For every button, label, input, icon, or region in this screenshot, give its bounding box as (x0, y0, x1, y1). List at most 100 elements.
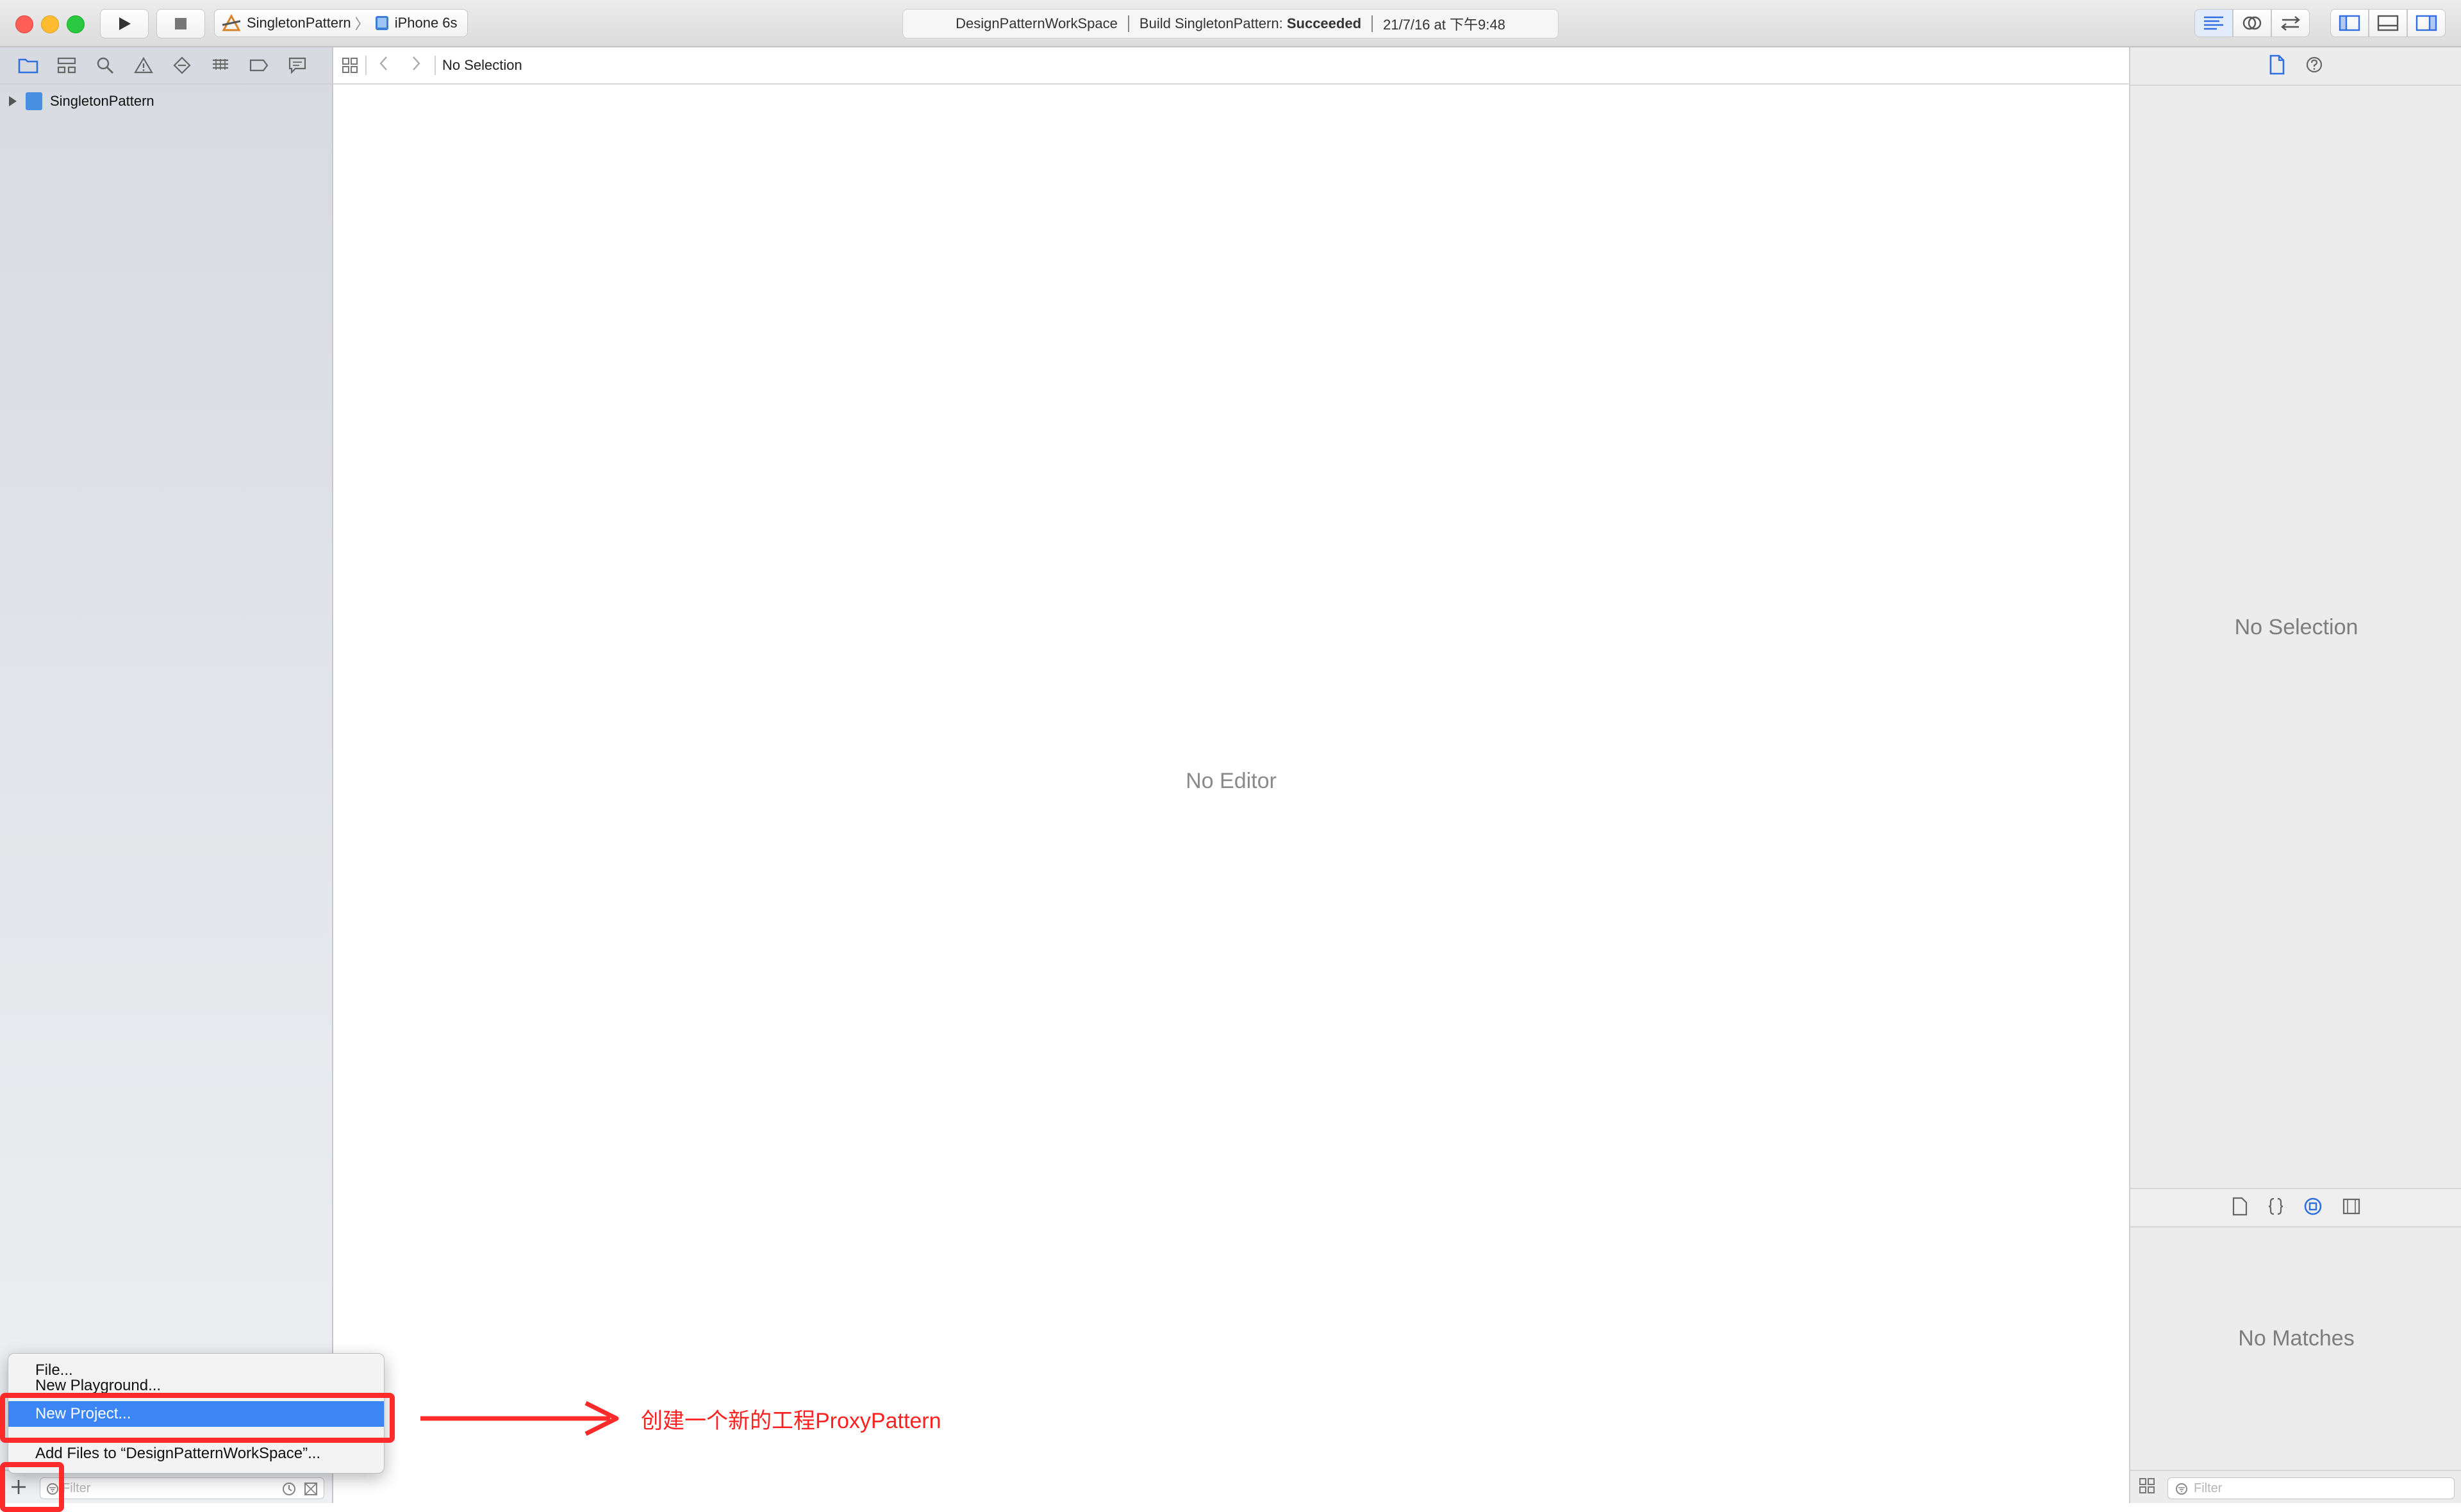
hierarchy-icon (57, 57, 76, 74)
version-editor-icon (2281, 16, 2300, 31)
build-timestamp: 21/7/16 at 下午9:48 (1383, 17, 1505, 33)
search-icon (97, 57, 113, 74)
standard-editor-icon (2204, 16, 2223, 30)
device-name: iPhone 6s (394, 15, 458, 31)
view-toggle-segment (2330, 9, 2446, 37)
xcode-project-icon (26, 92, 42, 110)
forward-button[interactable] (410, 55, 422, 76)
report-icon (288, 57, 306, 74)
standard-editor-button[interactable] (2194, 9, 2233, 37)
object-library-icon (2304, 1197, 2322, 1215)
tab-code-snippet-library[interactable] (2267, 1197, 2284, 1219)
chevron-right-icon: 〉 (354, 16, 369, 32)
filter-placeholder: Filter (2194, 1481, 2223, 1495)
highlight-add-button (0, 1462, 64, 1512)
media-library-icon (2342, 1198, 2360, 1214)
grid-icon (2139, 1477, 2155, 1493)
project-navigator: SingletonPattern Filter (0, 47, 333, 1503)
tab-symbol-navigator[interactable] (55, 54, 78, 77)
no-editor-placeholder: No Editor (1186, 769, 1277, 793)
toggle-debug-area-button[interactable] (2369, 9, 2407, 37)
tab-find-navigator[interactable] (94, 54, 117, 77)
zoom-window-button[interactable] (67, 15, 85, 33)
close-window-button[interactable] (15, 15, 33, 33)
chevron-right-icon (413, 56, 420, 70)
right-panel-icon (2415, 15, 2437, 31)
editor-jump-bar: No Selection (333, 47, 2129, 85)
navigator-filter-field[interactable]: Filter (40, 1477, 324, 1499)
library-bottom-bar: Filter (2130, 1470, 2461, 1503)
back-button[interactable] (378, 55, 390, 76)
code-snippet-icon (2268, 1197, 2283, 1215)
xcode-scheme-icon (222, 13, 241, 31)
jump-bar-path[interactable]: No Selection (442, 57, 522, 74)
editor-mode-segment (2194, 9, 2310, 37)
stop-icon (175, 18, 186, 29)
build-status: Succeeded (1286, 15, 1362, 31)
disclosure-triangle-icon[interactable] (9, 96, 17, 106)
scheme-selector[interactable]: SingletonPattern 〉 iPhone 6s (214, 9, 468, 37)
annotation-arrow-icon (420, 1401, 619, 1436)
highlight-new-project (0, 1393, 395, 1443)
library-tab-bar (2130, 1188, 2461, 1228)
tab-media-library[interactable] (2342, 1197, 2361, 1219)
assistant-editor-button[interactable] (2233, 9, 2271, 37)
diamond-icon (173, 56, 191, 74)
tab-quick-help-inspector[interactable] (2305, 55, 2324, 78)
help-icon (2306, 56, 2323, 72)
version-editor-button[interactable] (2271, 9, 2310, 37)
toggle-inspector-button[interactable] (2407, 9, 2446, 37)
inspector-panel: No Selection No Matches Filter (2129, 47, 2461, 1503)
project-tree-item[interactable]: SingletonPattern (9, 88, 154, 114)
related-items-button[interactable] (341, 56, 359, 74)
tab-debug-navigator[interactable] (209, 54, 232, 77)
build-label: Build SingletonPattern: (1139, 15, 1287, 31)
chevron-left-icon (379, 56, 387, 70)
folder-icon (18, 58, 38, 74)
tab-file-template-library[interactable] (2232, 1197, 2248, 1219)
filter-icon (2176, 1483, 2187, 1495)
run-button[interactable] (100, 9, 149, 38)
assistant-editor-icon (2242, 16, 2262, 30)
recent-files-icon[interactable] (281, 1481, 297, 1497)
tab-issue-navigator[interactable] (132, 54, 155, 77)
tab-report-navigator[interactable] (286, 54, 309, 77)
source-control-filter-icon[interactable] (303, 1481, 319, 1497)
tests-icon (213, 59, 228, 70)
jump-bar-separator (365, 56, 367, 75)
workspace-name: DesignPatternWorkSpace (956, 15, 1118, 31)
library-filter-field[interactable]: Filter (2167, 1477, 2455, 1499)
bottom-panel-icon (2377, 15, 2399, 31)
tab-file-inspector[interactable] (2269, 54, 2285, 78)
library-view-mode-button[interactable] (2138, 1477, 2156, 1498)
left-panel-icon (2339, 15, 2360, 31)
breakpoint-icon (249, 59, 269, 72)
tab-breakpoint-navigator[interactable] (247, 54, 270, 77)
tab-object-library[interactable] (2303, 1197, 2323, 1219)
menu-item-add-files[interactable]: Add Files to “DesignPatternWorkSpace”... (8, 1441, 384, 1467)
minimize-window-button[interactable] (41, 15, 59, 33)
play-icon (119, 17, 131, 30)
stop-button[interactable] (156, 9, 205, 38)
activity-viewer: DesignPatternWorkSpace Build SingletonPa… (902, 9, 1559, 38)
library-no-matches: No Matches (2238, 1326, 2355, 1351)
activity-separator (1127, 15, 1129, 32)
activity-separator (1371, 15, 1373, 32)
annotation-text: 创建一个新的工程ProxyPattern (641, 1409, 941, 1433)
warning-icon (134, 56, 153, 74)
iphone-device-icon (375, 16, 388, 30)
scheme-name: SingletonPattern (247, 15, 351, 31)
grid-icon (342, 58, 358, 73)
tab-project-navigator[interactable] (17, 54, 40, 77)
filter-placeholder: Filter (62, 1481, 91, 1495)
toggle-navigator-button[interactable] (2330, 9, 2369, 37)
file-icon (2269, 54, 2285, 74)
project-name: SingletonPattern (50, 93, 154, 109)
inspector-tab-bar (2130, 47, 2461, 86)
window-toolbar: SingletonPattern 〉 iPhone 6s DesignPatte… (0, 0, 2461, 47)
tab-test-navigator[interactable] (170, 54, 194, 77)
navigator-tab-bar (0, 47, 332, 85)
inspector-no-selection: No Selection (2234, 615, 2358, 639)
file-template-icon (2232, 1197, 2248, 1215)
jump-bar-separator (435, 56, 436, 75)
